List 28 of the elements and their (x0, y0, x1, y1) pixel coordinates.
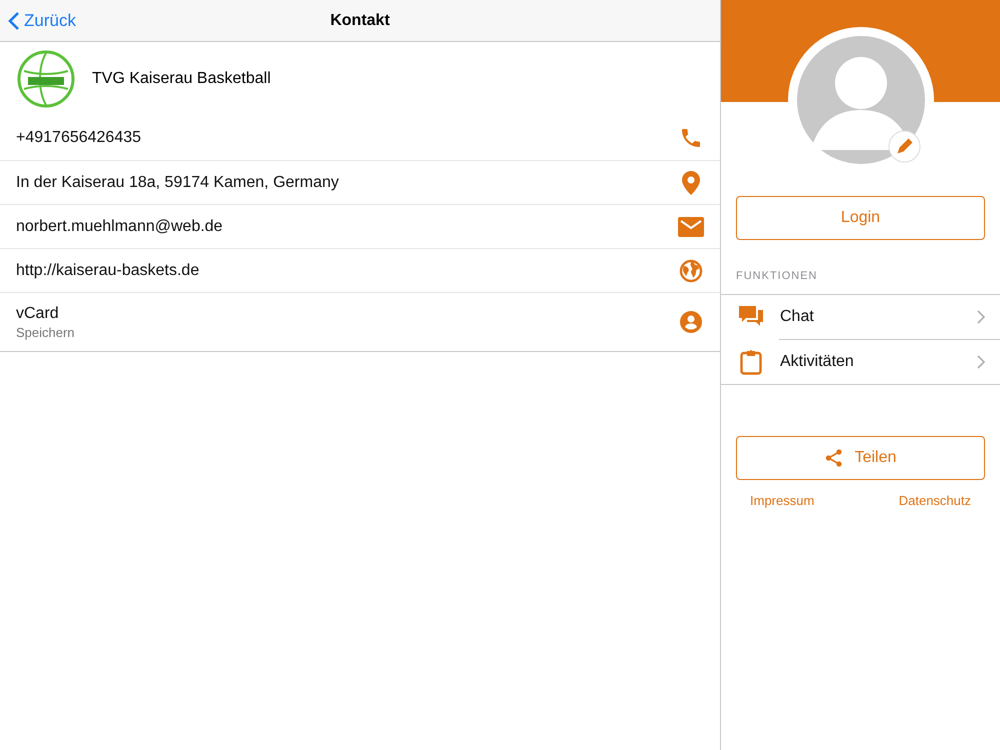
menu-item[interactable]: Chat (721, 295, 1000, 339)
share-button[interactable]: Teilen (736, 436, 985, 480)
envelope-icon[interactable] (678, 216, 704, 236)
clipboard-icon (740, 349, 762, 375)
phone-icon[interactable] (679, 126, 703, 150)
chevron-right-icon (977, 355, 985, 369)
footer-link[interactable]: Datenschutz (898, 493, 971, 508)
club-logo-drawing (16, 49, 76, 109)
contact-value: In der Kaiserau 18a, 59174 Kamen, Germany (16, 174, 339, 192)
menu-item[interactable]: Aktivitäten (779, 339, 1000, 384)
globe-icon[interactable] (679, 258, 703, 282)
location-pin-icon[interactable] (681, 170, 701, 196)
share-icon (824, 449, 843, 467)
contact-value: http://kaiserau-baskets.de (16, 262, 200, 280)
footer-link[interactable]: Impressum (750, 493, 814, 508)
login-button[interactable]: Login (736, 196, 985, 240)
section-header: FUNKTIONEN (736, 270, 818, 282)
chevron-right-icon (977, 310, 985, 324)
chevron-left-icon (8, 10, 20, 30)
back-button[interactable]: Zurück (0, 10, 82, 32)
person-icon[interactable] (679, 310, 703, 334)
vcard-label: vCard (16, 304, 60, 322)
contact-value: +4917656426435 (16, 129, 142, 147)
nav-title: Kontakt (330, 12, 390, 28)
vcard-subtitle: Speichern (16, 324, 75, 340)
organization-name: TVG Kaiserau Basketball (92, 70, 271, 88)
edit-pencil-icon[interactable] (888, 130, 921, 163)
contact-value: norbert.muehlmann@web.de (16, 218, 223, 236)
